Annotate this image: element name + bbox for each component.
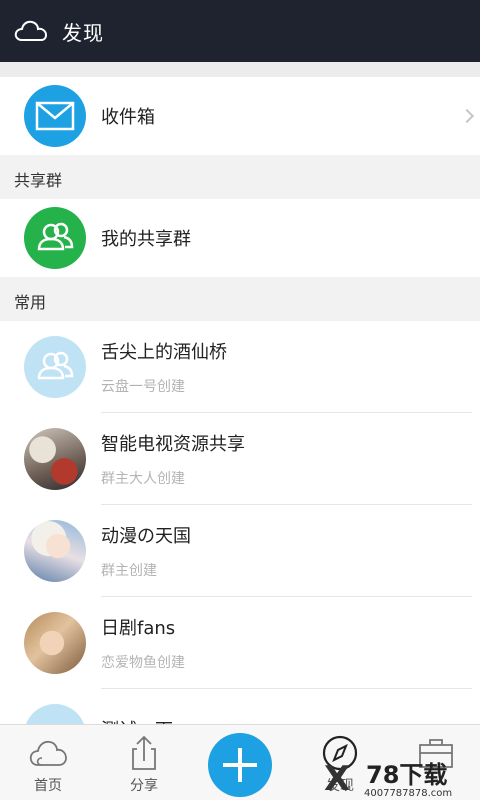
watermark-logo: X 78下载 4007787878.com — [324, 762, 474, 800]
watermark-url: 4007787878.com — [364, 788, 453, 799]
page-title: 发现 — [62, 20, 104, 45]
group-avatar-placeholder — [24, 336, 86, 398]
section-header-shared: 共享群 — [0, 155, 480, 199]
group-name: 动漫の天国 — [101, 526, 191, 547]
group-row[interactable]: 动漫の天国 群主创建 — [0, 505, 480, 597]
group-avatar — [24, 428, 86, 490]
group-avatar — [24, 520, 86, 582]
group-creator: 恋爱物鱼创建 — [101, 655, 185, 671]
top-bar: 发现 — [0, 0, 480, 62]
nav-home[interactable]: 首页 — [0, 725, 96, 800]
x-logo-icon: X — [324, 759, 351, 799]
group-name: 舌尖上的酒仙桥 — [101, 342, 227, 363]
nav-share-label: 分享 — [130, 778, 158, 794]
group-icon — [24, 207, 86, 269]
group-row[interactable]: 日剧fans 恋爱物鱼创建 — [0, 597, 480, 689]
group-avatar-placeholder — [24, 704, 86, 724]
watermark-brand: 78下载 — [366, 761, 448, 789]
group-creator: 群主创建 — [101, 563, 157, 579]
nav-share[interactable]: 分享 — [96, 725, 192, 800]
group-avatar — [24, 612, 86, 674]
group-name: 智能电视资源共享 — [101, 434, 245, 455]
spacer — [0, 62, 480, 77]
group-row[interactable]: 智能电视资源共享 群主大人创建 — [0, 413, 480, 505]
discover-list[interactable]: 收件箱 共享群 我的共享群 常用 舌尖上的酒仙桥 云盘一号创建 智能电视资源共享… — [0, 62, 480, 724]
section-header-common: 常用 — [0, 277, 480, 321]
group-row[interactable]: 测试一下 — [0, 689, 480, 724]
group-creator: 云盘一号创建 — [101, 379, 185, 395]
group-name: 日剧fans — [101, 618, 176, 639]
group-creator: 群主大人创建 — [101, 471, 185, 487]
my-groups-label: 我的共享群 — [101, 229, 191, 250]
group-row[interactable]: 舌尖上的酒仙桥 云盘一号创建 — [0, 321, 480, 413]
share-icon — [132, 735, 156, 770]
app-window: 发现 收件箱 共享群 我的共享群 常用 舌尖上的酒仙桥 云盘一号创建 智能电视资… — [0, 0, 480, 800]
group-name: 测试一下 — [101, 716, 173, 724]
my-groups-row[interactable]: 我的共享群 — [0, 199, 480, 277]
chevron-right-icon — [459, 108, 475, 124]
nav-home-label: 首页 — [34, 778, 62, 794]
cloud-icon — [29, 740, 67, 766]
inbox-row[interactable]: 收件箱 — [0, 77, 480, 155]
cloud-icon — [14, 20, 48, 41]
mail-icon — [24, 85, 86, 147]
inbox-label: 收件箱 — [101, 107, 155, 128]
add-button[interactable] — [208, 733, 272, 797]
